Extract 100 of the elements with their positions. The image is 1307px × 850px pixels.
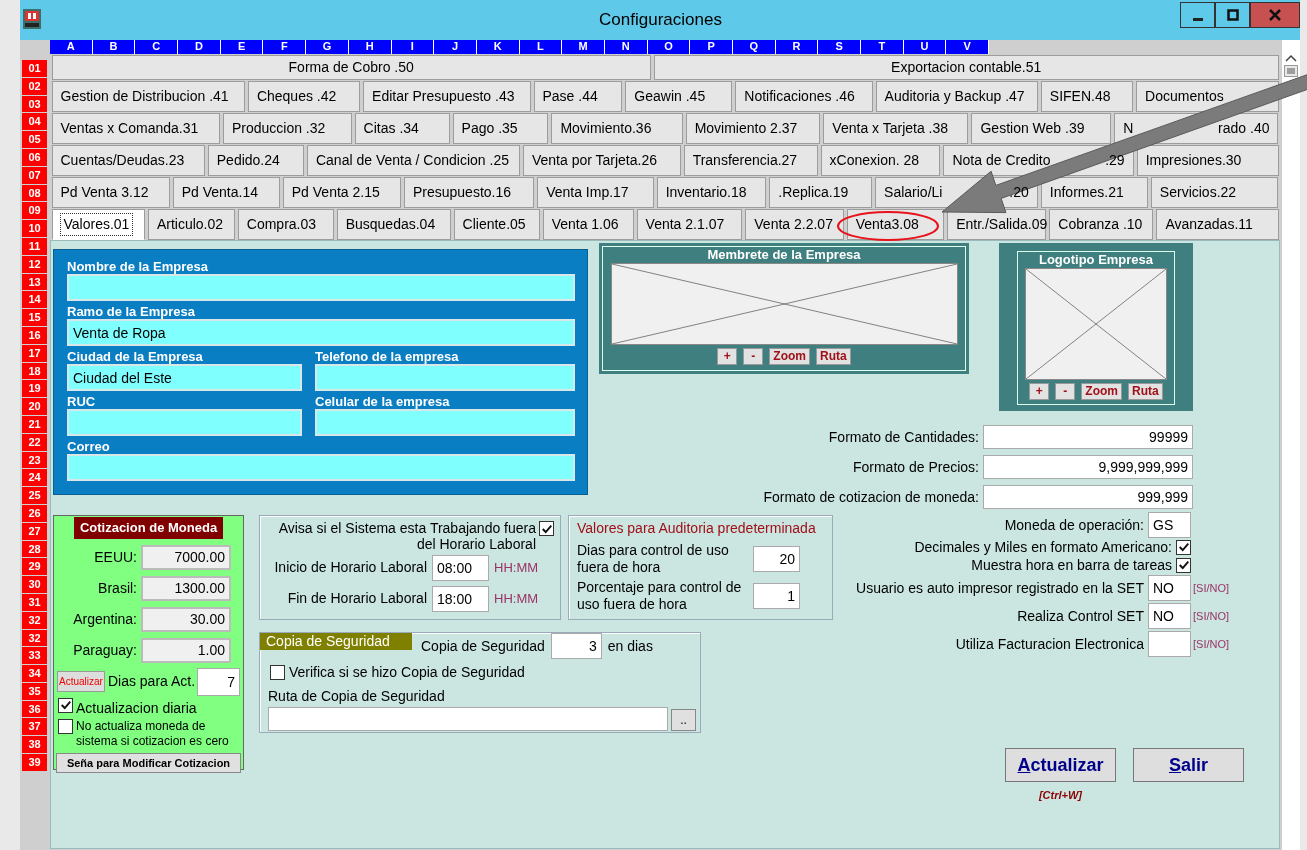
close-button[interactable] bbox=[1250, 2, 1300, 28]
tab[interactable]: Pase .44 bbox=[533, 81, 623, 112]
browse-button[interactable]: .. bbox=[671, 709, 696, 731]
tab[interactable]: Ventas x Comanda.31 bbox=[51, 113, 220, 144]
tab[interactable]: SIFEN.48 bbox=[1040, 81, 1134, 112]
tab[interactable]: Canal de Venta / Condicion .25 bbox=[306, 145, 520, 176]
image-tool-button[interactable]: + bbox=[1029, 383, 1050, 400]
tab[interactable]: Geawin .45 bbox=[625, 81, 733, 112]
input-field[interactable] bbox=[268, 707, 668, 731]
tab[interactable]: Gestion Web .39 bbox=[971, 113, 1112, 144]
tab[interactable]: Venta 2.1.07 bbox=[636, 209, 743, 240]
input-field[interactable]: 08:00 bbox=[432, 554, 489, 581]
row-number: 04 bbox=[22, 113, 47, 131]
image-tool-button[interactable]: Zoom bbox=[769, 348, 810, 365]
tab[interactable]: Pago .35 bbox=[452, 113, 549, 144]
input-field[interactable]: Venta de Ropa bbox=[67, 319, 575, 346]
tab[interactable]: Compra.03 bbox=[237, 209, 334, 240]
row-number: 32 bbox=[22, 629, 47, 647]
row-number: 15 bbox=[22, 309, 47, 326]
tab[interactable]: Notificaciones .46 bbox=[735, 81, 873, 112]
tab[interactable]: Venta x Tarjeta .38 bbox=[823, 113, 969, 144]
checkbox[interactable] bbox=[1176, 539, 1191, 555]
tab[interactable]: Cheques .42 bbox=[247, 81, 361, 112]
tab[interactable]: Exportacion contable.51 bbox=[653, 55, 1279, 80]
tab[interactable]: Impresiones.30 bbox=[1136, 145, 1279, 176]
tab[interactable]: Produccion .32 bbox=[222, 113, 352, 144]
row-number: 08 bbox=[22, 184, 47, 202]
row-number: 05 bbox=[22, 131, 47, 148]
tab[interactable]: Auditoria y Backup .47 bbox=[875, 81, 1038, 112]
image-tool-button[interactable]: + bbox=[717, 348, 738, 365]
minimize-button[interactable] bbox=[1180, 2, 1215, 28]
tab[interactable]: .Replica.19 bbox=[769, 177, 873, 208]
input-field[interactable]: 20 bbox=[753, 546, 800, 572]
checkbox[interactable] bbox=[58, 718, 73, 734]
image-tool-button[interactable]: Ruta bbox=[816, 348, 851, 365]
input-field[interactable]: 7000.00 bbox=[141, 544, 231, 570]
tab[interactable]: Venta 2.2.07 bbox=[745, 209, 844, 240]
row-number: 07 bbox=[22, 166, 47, 184]
app-icon[interactable] bbox=[23, 9, 41, 29]
tab[interactable]: Forma de Cobro .50 bbox=[51, 55, 651, 80]
tab[interactable]: Citas .34 bbox=[354, 113, 450, 144]
tab[interactable]: Busquedas.04 bbox=[336, 209, 451, 240]
checkbox[interactable] bbox=[58, 697, 73, 713]
row-number: 20 bbox=[22, 398, 47, 415]
tab[interactable]: Articulo.02 bbox=[147, 209, 235, 240]
tab[interactable]: Pedido.24 bbox=[207, 145, 304, 176]
action-button[interactable]: Salir bbox=[1133, 748, 1244, 782]
image-tool-button[interactable]: - bbox=[1055, 383, 1076, 400]
action-button[interactable]: Actualizar bbox=[1005, 748, 1116, 782]
input-field[interactable]: 1.00 bbox=[141, 637, 231, 663]
tab[interactable]: xConexion. 28 bbox=[820, 145, 941, 176]
checkbox[interactable] bbox=[270, 665, 285, 680]
tab[interactable]: Cuentas/Deudas.23 bbox=[51, 145, 205, 176]
column-letter: B bbox=[92, 40, 136, 54]
password-button[interactable]: Seña para Modificar Cotizacion bbox=[56, 752, 241, 773]
tab[interactable]: Movimiento.36 bbox=[551, 113, 683, 144]
image-tool-button[interactable]: Ruta bbox=[1128, 383, 1163, 400]
checkbox-label: Actualizacion diaria bbox=[76, 698, 197, 718]
input-field[interactable]: 1300.00 bbox=[141, 575, 231, 601]
tab[interactable]: Editar Presupuesto .43 bbox=[363, 81, 531, 112]
tab[interactable]: Movimiento 2.37 bbox=[685, 113, 821, 144]
input-field[interactable]: 30.00 bbox=[141, 606, 231, 632]
tab[interactable]: Valores.01 bbox=[51, 209, 145, 240]
tab[interactable]: Venta Imp.17 bbox=[537, 177, 654, 208]
tab[interactable]: Cobranza .10 bbox=[1049, 209, 1154, 240]
tab[interactable]: Pd Venta 2.15 bbox=[282, 177, 401, 208]
checkbox[interactable] bbox=[539, 521, 554, 536]
input-field[interactable]: NO bbox=[1148, 603, 1191, 629]
image-tool-button[interactable]: - bbox=[743, 348, 764, 365]
maximize-button[interactable] bbox=[1215, 2, 1250, 28]
input-field[interactable]: NO bbox=[1148, 575, 1191, 601]
tab[interactable]: Inventario.18 bbox=[656, 177, 767, 208]
input-field[interactable]: 3 bbox=[550, 633, 602, 659]
tab[interactable]: Venta 1.06 bbox=[542, 209, 634, 240]
scroll-up-icon[interactable] bbox=[1285, 54, 1297, 62]
tab[interactable]: Venta por Tarjeta.26 bbox=[522, 145, 681, 176]
input-field[interactable] bbox=[1148, 631, 1191, 657]
input-field[interactable]: 99999 bbox=[983, 425, 1193, 449]
scroll-thumb[interactable] bbox=[1284, 65, 1298, 77]
column-letter: I bbox=[391, 40, 435, 54]
image-tool-button[interactable]: Zoom bbox=[1081, 383, 1122, 400]
input-field[interactable]: Ciudad del Este bbox=[67, 364, 302, 391]
tab[interactable]: Avanzadas.11 bbox=[1156, 209, 1279, 240]
tab[interactable]: Transferencia.27 bbox=[683, 145, 818, 176]
tab[interactable]: Presupuesto.16 bbox=[403, 177, 535, 208]
tab[interactable]: Cliente.05 bbox=[453, 209, 540, 240]
tab[interactable]: Pd Venta.14 bbox=[172, 177, 280, 208]
input-field[interactable]: 7 bbox=[197, 667, 241, 696]
tab[interactable]: Servicios.22 bbox=[1150, 177, 1279, 208]
tab[interactable]: Entr./Salida.09 bbox=[947, 209, 1047, 240]
tab[interactable]: Informes.21 bbox=[1040, 177, 1148, 208]
tab[interactable]: Pd Venta 3.12 bbox=[51, 177, 170, 208]
input-field[interactable]: 9,999,999,999 bbox=[983, 455, 1193, 479]
checkbox[interactable] bbox=[1176, 557, 1191, 573]
input-field[interactable]: 18:00 bbox=[432, 585, 489, 612]
input-field[interactable]: 1 bbox=[753, 583, 800, 609]
input-field[interactable]: 999,999 bbox=[983, 485, 1193, 509]
maximize-icon bbox=[1226, 9, 1239, 21]
tab[interactable]: Gestion de Distribucion .41 bbox=[51, 81, 245, 112]
input-field[interactable]: GS bbox=[1148, 512, 1191, 538]
